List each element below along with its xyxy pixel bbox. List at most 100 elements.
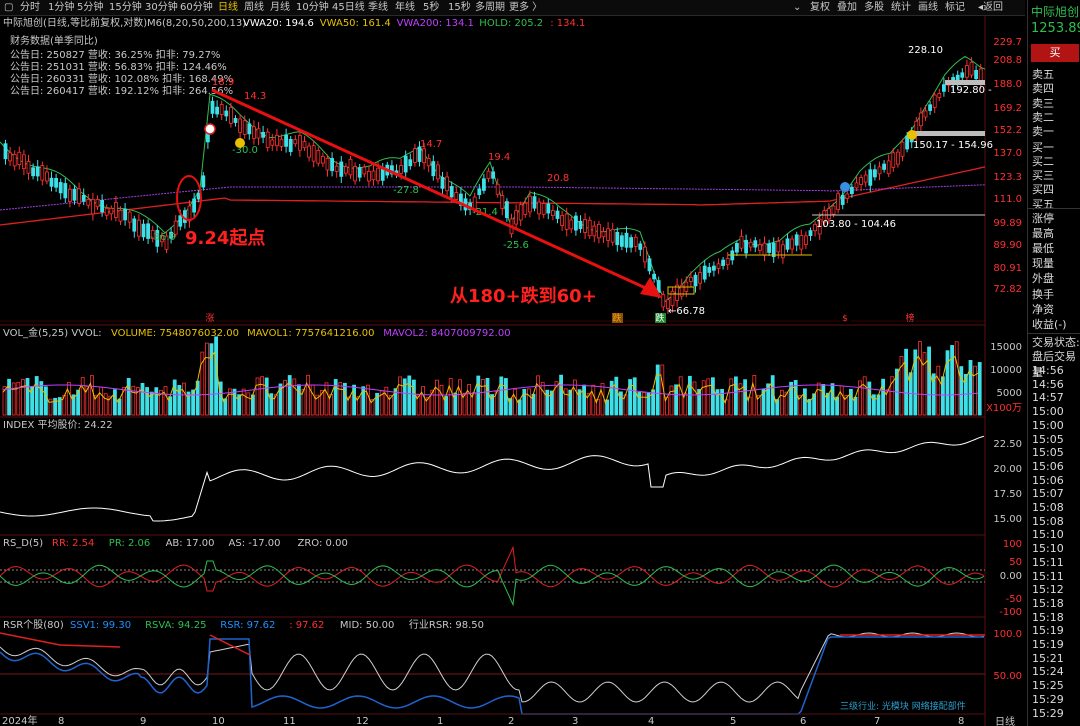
volume-bar bbox=[145, 387, 150, 416]
candle-body bbox=[118, 209, 123, 222]
candle-body bbox=[86, 199, 91, 206]
volume-bar bbox=[692, 381, 697, 416]
candle-body bbox=[376, 167, 381, 182]
toolbar-button[interactable]: 多股 bbox=[864, 0, 884, 15]
toolbar-button[interactable]: 标记 bbox=[945, 0, 965, 15]
callout-drop: 从180+跌到60+ bbox=[450, 285, 597, 307]
timeframe-tab[interactable]: 15分钟 bbox=[109, 0, 142, 15]
buy-button[interactable]: 买 bbox=[1031, 44, 1079, 62]
timeframe-tab[interactable]: 年线 bbox=[395, 0, 415, 15]
stock-name[interactable]: 中际旭创 bbox=[1031, 3, 1079, 20]
indicator-value: : 134.1 bbox=[550, 18, 585, 29]
finance-row: 公告日: 260331 营收: 102.08% 扣非: 168.49% bbox=[10, 72, 233, 85]
volume-bar bbox=[954, 341, 959, 416]
candle-body bbox=[578, 220, 583, 230]
candle-body bbox=[307, 145, 312, 158]
rsr-axis-label: 100.0 bbox=[993, 629, 1022, 640]
candle-body bbox=[288, 138, 293, 152]
volume-bar bbox=[881, 378, 885, 416]
price-axis-label: 188.0 bbox=[993, 79, 1022, 90]
toolbar-button[interactable]: 复权 bbox=[810, 0, 830, 15]
candle-body bbox=[481, 178, 486, 191]
candle-body bbox=[960, 72, 965, 78]
candle-body bbox=[100, 200, 104, 213]
candle-body bbox=[178, 215, 183, 227]
timeframe-tab[interactable]: 日线 bbox=[218, 0, 238, 15]
candle-body bbox=[840, 194, 845, 205]
candle-body bbox=[495, 183, 500, 195]
chart-area[interactable]: 229.7 208.8 188.0 169.2 152.2 137.0 123.3 111.0… bbox=[0, 15, 1025, 726]
volume-bar bbox=[803, 388, 807, 416]
candle-body bbox=[440, 177, 445, 189]
candle-body bbox=[615, 231, 620, 246]
volume-bar bbox=[729, 378, 734, 416]
candle-body bbox=[831, 205, 836, 215]
tick-time: 15:07 bbox=[1032, 487, 1064, 501]
timeframe-tab[interactable]: 45日线 bbox=[332, 0, 365, 15]
candle-body bbox=[790, 238, 794, 250]
candle-body bbox=[518, 204, 523, 221]
toolbar-button[interactable]: 叠加 bbox=[837, 0, 857, 15]
candle-body bbox=[827, 208, 831, 220]
timeframe-tab[interactable]: 15秒 bbox=[448, 0, 471, 15]
rsr-title: RSR个股(80) bbox=[3, 619, 64, 631]
timeframe-tab[interactable]: 5秒 bbox=[423, 0, 439, 15]
candle-body bbox=[799, 234, 804, 250]
candle-body bbox=[923, 110, 928, 118]
candle-body bbox=[804, 235, 808, 245]
volume-bar bbox=[540, 381, 545, 416]
candle-body bbox=[762, 242, 767, 256]
candle-body bbox=[725, 258, 730, 266]
tick-time: 15:24 bbox=[1032, 665, 1064, 679]
price-axis-label: 169.2 bbox=[993, 103, 1022, 114]
timeframe-tab[interactable]: 多周期 bbox=[475, 0, 505, 15]
candle-body bbox=[702, 265, 707, 280]
indicator-value: VWA20: 194.6 bbox=[243, 18, 314, 29]
volume-bar bbox=[264, 377, 269, 416]
candle-body bbox=[937, 92, 942, 98]
x-axis-label: 9 bbox=[140, 716, 146, 726]
volume-bar bbox=[959, 366, 964, 416]
volume-bar bbox=[324, 382, 329, 416]
window-icon[interactable]: ▢ bbox=[4, 0, 13, 15]
x-axis-label: 3 bbox=[572, 716, 578, 726]
timeframe-tab[interactable]: 月线 bbox=[270, 0, 290, 15]
candle-body bbox=[932, 94, 937, 108]
volume-bar bbox=[632, 377, 637, 416]
volume-bar bbox=[269, 393, 274, 416]
timeframe-tab[interactable]: 60分钟 bbox=[180, 0, 213, 15]
volume-bar bbox=[34, 376, 39, 416]
ask-level: 卖一 bbox=[1032, 125, 1054, 139]
timeframe-tab[interactable]: 更多 〉 bbox=[509, 0, 542, 15]
candle-body bbox=[776, 240, 781, 253]
price-annotation: -27.8 bbox=[393, 185, 419, 196]
timeframe-tab[interactable]: 10分钟 bbox=[296, 0, 329, 15]
volume-bar bbox=[204, 342, 209, 416]
timeframe-tab[interactable]: 30分钟 bbox=[145, 0, 178, 15]
candle-body bbox=[712, 265, 716, 271]
timeframe-tab[interactable]: 1分钟 bbox=[48, 0, 74, 15]
timeframe-tab[interactable]: 分时 bbox=[20, 0, 40, 15]
volume-bar bbox=[67, 382, 71, 416]
timeframe-tab[interactable]: 季线 bbox=[368, 0, 388, 15]
volume-bar bbox=[563, 388, 568, 416]
volume-bar bbox=[480, 379, 485, 416]
tick-time: 15:12 bbox=[1032, 583, 1064, 597]
volume-bar bbox=[39, 381, 44, 416]
rsr-value: MID: 50.00 bbox=[340, 620, 394, 631]
index-axis-label: 22.50 bbox=[993, 439, 1022, 450]
timeframe-tab[interactable]: 周线 bbox=[244, 0, 264, 15]
toolbar-button[interactable]: 画线 bbox=[918, 0, 938, 15]
toolbar-button[interactable]: 统计 bbox=[891, 0, 911, 15]
timeframe-tab[interactable]: 5分钟 bbox=[77, 0, 103, 15]
volume-bar bbox=[113, 389, 117, 416]
signal-marker: 跌 bbox=[612, 313, 621, 324]
volume-bar bbox=[830, 383, 835, 416]
candle-body bbox=[449, 186, 454, 198]
indicator-value: HOLD: 205.2 bbox=[479, 18, 543, 29]
chevron-down-icon[interactable]: ⌄ bbox=[793, 0, 801, 15]
volume-bar bbox=[706, 378, 711, 416]
back-button[interactable]: ◂返回 bbox=[978, 0, 1003, 15]
volume-bar bbox=[172, 379, 177, 416]
rs-value: AB: 17.00 bbox=[166, 538, 215, 549]
